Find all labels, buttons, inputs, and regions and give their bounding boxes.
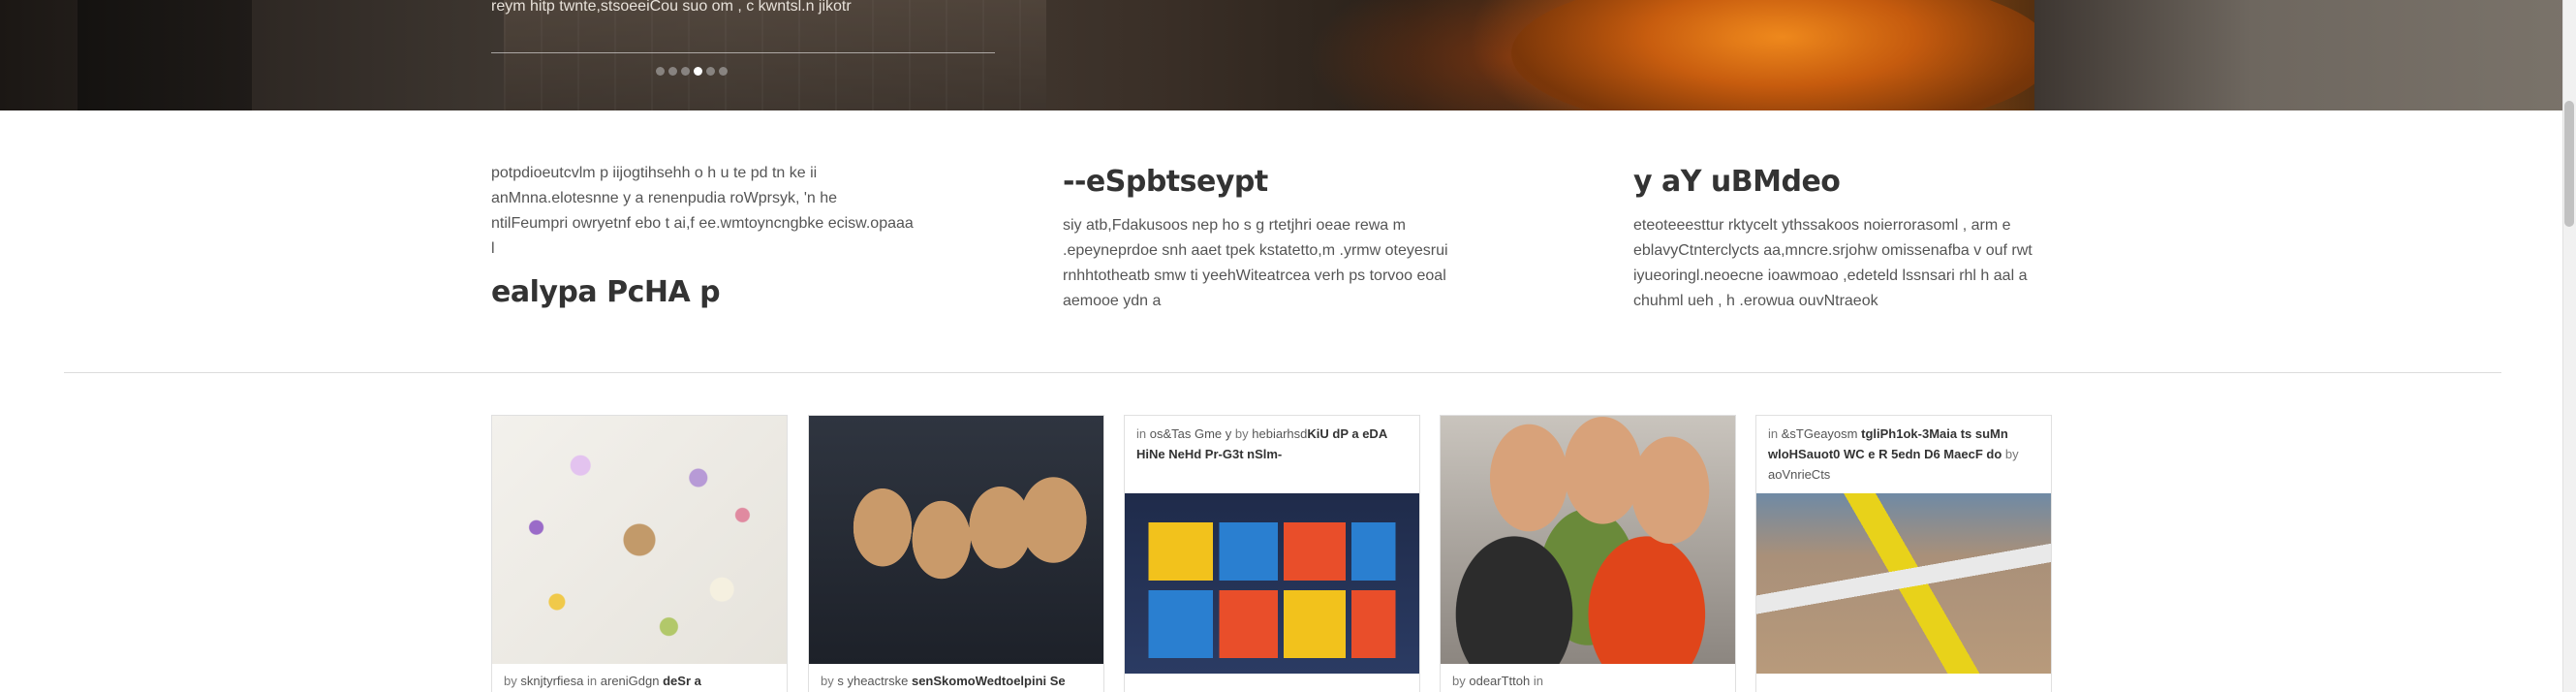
card-3-author-link[interactable]: hebiarhsd: [1252, 426, 1307, 441]
hero-caption-divider: [491, 52, 995, 53]
card-4-image[interactable]: [1441, 416, 1735, 664]
slider-dot-2[interactable]: [668, 67, 677, 76]
in-label: in: [1136, 426, 1147, 441]
project-card-2[interactable]: by s yheactrske senSkomoWedtoelpini Se: [808, 415, 1104, 692]
card-1-category-link[interactable]: areniGdgn: [601, 674, 660, 688]
card-2-meta: by s yheactrske senSkomoWedtoelpini Se: [821, 672, 1096, 691]
slider-pagination: [656, 67, 728, 76]
hero-background-right: [2034, 0, 2576, 110]
feature-column-2: --eSpbtseypt siy atb,Fdakusoos nep ho s …: [1063, 161, 1489, 314]
project-card-4[interactable]: by odearTttoh in: [1440, 415, 1736, 692]
by-label: by: [1234, 426, 1249, 441]
project-card-5[interactable]: in &sTGeayosm tgliPh1ok-3Maia ts suMn wl…: [1755, 415, 2052, 692]
card-2-image[interactable]: [809, 416, 1103, 664]
card-2-title[interactable]: senSkomoWedtoelpini Se: [912, 674, 1066, 688]
slider-dot-5[interactable]: [706, 67, 715, 76]
page-scrollbar[interactable]: [2562, 0, 2576, 692]
card-4-author-link[interactable]: odearTttoh: [1469, 674, 1530, 688]
card-3-meta: in os&Tas Gme y by hebiarhsdKiU dP a eDA…: [1136, 424, 1410, 464]
hero-background-left: [78, 0, 252, 110]
by-label: by: [821, 674, 834, 688]
card-4-meta: by odearTttoh in: [1452, 672, 1727, 691]
by-label: by: [2004, 447, 2019, 461]
hero-slider[interactable]: reym hitp twnte,stsoeeiCou suo om , c kw…: [0, 0, 2576, 110]
scrollbar-thumb[interactable]: [2564, 101, 2574, 227]
feature-column-3: y aY uBMdeo eteoteeesttur rktycelt ythss…: [1633, 161, 2060, 314]
card-5-image[interactable]: [1756, 493, 2051, 674]
card-2-author-link[interactable]: s yheactrske: [837, 674, 908, 688]
by-label: by: [1452, 674, 1466, 688]
card-1-image[interactable]: [492, 416, 787, 664]
hero-background-crate: [504, 0, 1046, 110]
feature-column-1: potpdioeutcvlm p iijogtihsehh o h u te p…: [491, 161, 917, 314]
card-5-category-link[interactable]: &sTGeayosm: [1782, 426, 1858, 441]
page: reym hitp twnte,stsoeeiCou suo om , c kw…: [0, 0, 2576, 692]
feature-1-text: potpdioeutcvlm p iijogtihsehh o h u te p…: [491, 165, 914, 257]
feature-3-heading: y aY uBMdeo: [1633, 165, 1841, 199]
feature-2-text: siy atb,Fdakusoos nep ho s g rtetjhri oe…: [1063, 217, 1448, 309]
in-label: in: [1533, 674, 1543, 688]
hero-caption: reym hitp twnte,stsoeeiCou suo om , c kw…: [491, 0, 852, 15]
in-label: in: [587, 674, 598, 688]
feature-2-heading: --eSpbtseypt: [1063, 165, 1268, 199]
card-3-image[interactable]: [1125, 493, 1419, 674]
slider-dot-4-active[interactable]: [694, 67, 702, 76]
card-1-author-link[interactable]: sknjtyrfiesa: [520, 674, 583, 688]
card-1-title[interactable]: deSr a: [663, 674, 701, 688]
card-1-meta: by sknjtyrfiesa in areniGdgn deSr a: [504, 672, 779, 691]
card-5-author-link[interactable]: aoVnrieCts: [1768, 467, 1830, 482]
project-card-1[interactable]: by sknjtyrfiesa in areniGdgn deSr a: [491, 415, 788, 692]
section-divider: [64, 372, 2501, 373]
card-3-category-link[interactable]: os&Tas Gme y: [1150, 426, 1232, 441]
project-card-3[interactable]: in os&Tas Gme y by hebiarhsdKiU dP a eDA…: [1124, 415, 1420, 692]
card-5-meta: in &sTGeayosm tgliPh1ok-3Maia ts suMn wl…: [1768, 424, 2041, 485]
slider-dot-6[interactable]: [719, 67, 728, 76]
slider-dot-3[interactable]: [681, 67, 690, 76]
feature-1-heading: ealypa PcHA p: [491, 275, 721, 309]
hero-pumpkin-image: [1511, 0, 2054, 110]
slider-dot-1[interactable]: [656, 67, 665, 76]
by-label: by: [504, 674, 517, 688]
in-label: in: [1768, 426, 1779, 441]
feature-3-text: eteoteeesttur rktycelt ythssakoos noierr…: [1633, 217, 2033, 309]
